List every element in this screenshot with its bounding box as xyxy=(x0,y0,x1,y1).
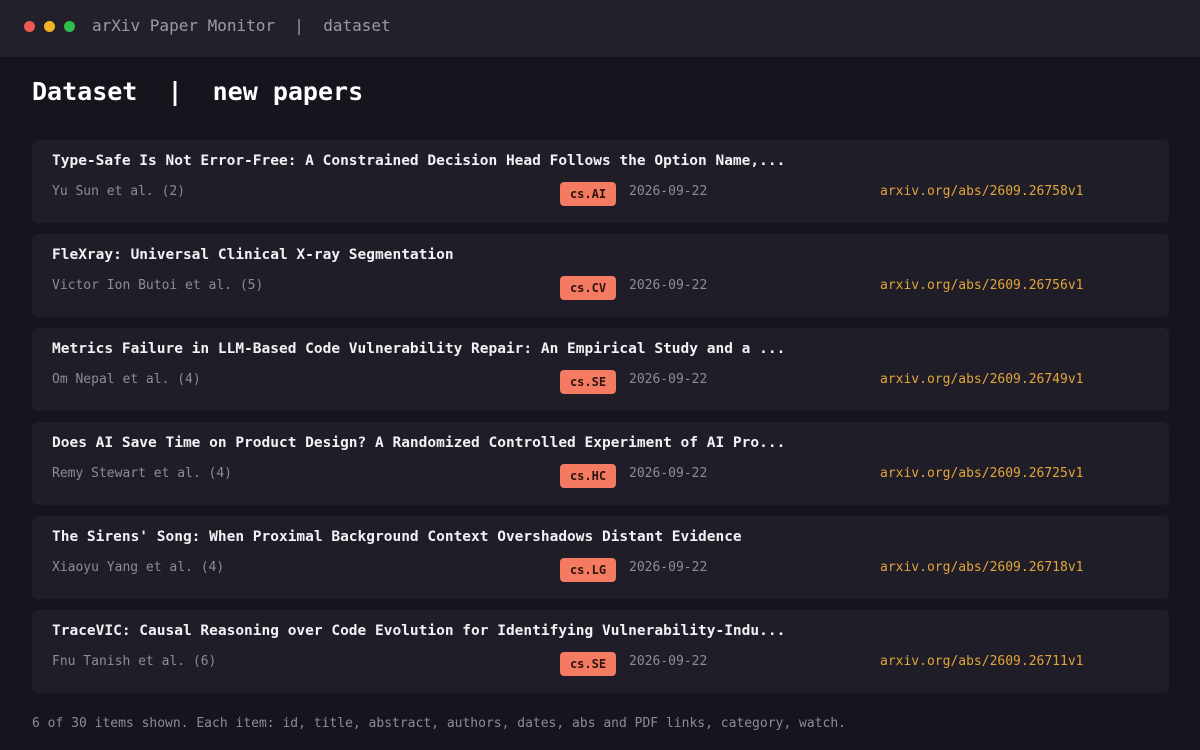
paper-title[interactable]: Metrics Failure in LLM-Based Code Vulner… xyxy=(52,339,785,359)
abs-link[interactable]: arxiv.org/abs/2609.26749v1 xyxy=(880,371,1084,389)
footer-note: 6 of 30 items shown. Each item: id, titl… xyxy=(32,716,846,731)
paper-authors: Fnu Tanish et al. (6) xyxy=(52,654,217,669)
paper-card[interactable]: TraceVIC: Causal Reasoning over Code Evo… xyxy=(32,610,1169,693)
paper-list: Type-Safe Is Not Error-Free: A Constrain… xyxy=(32,140,1169,704)
paper-card[interactable]: FleXray: Universal Clinical X-ray Segmen… xyxy=(32,234,1169,317)
paper-title[interactable]: Type-Safe Is Not Error-Free: A Constrain… xyxy=(52,151,785,171)
maximize-window-button[interactable] xyxy=(64,21,75,32)
paper-title[interactable]: FleXray: Universal Clinical X-ray Segmen… xyxy=(52,245,454,265)
paper-title[interactable]: The Sirens' Song: When Proximal Backgrou… xyxy=(52,527,742,547)
paper-date: 2026-09-22 xyxy=(629,184,708,199)
paper-card[interactable]: The Sirens' Song: When Proximal Backgrou… xyxy=(32,516,1169,599)
paper-date: 2026-09-22 xyxy=(629,654,708,669)
paper-date: 2026-09-22 xyxy=(629,560,708,575)
paper-title[interactable]: Does AI Save Time on Product Design? A R… xyxy=(52,433,785,453)
category-badge: cs.SE xyxy=(560,370,616,394)
close-window-button[interactable] xyxy=(24,21,35,32)
paper-authors: Xiaoyu Yang et al. (4) xyxy=(52,560,225,575)
paper-authors: Om Nepal et al. (4) xyxy=(52,372,201,387)
paper-authors: Victor Ion Butoi et al. (5) xyxy=(52,278,264,293)
title-bar: arXiv Paper Monitor | dataset xyxy=(0,0,1200,57)
paper-date: 2026-09-22 xyxy=(629,372,708,387)
paper-card[interactable]: Type-Safe Is Not Error-Free: A Constrain… xyxy=(32,140,1169,223)
abs-link[interactable]: arxiv.org/abs/2609.26711v1 xyxy=(880,653,1084,671)
paper-card[interactable]: Metrics Failure in LLM-Based Code Vulner… xyxy=(32,328,1169,411)
category-badge: cs.LG xyxy=(560,558,616,582)
paper-authors: Remy Stewart et al. (4) xyxy=(52,466,233,481)
window-title: arXiv Paper Monitor | dataset xyxy=(92,16,391,35)
paper-title[interactable]: TraceVIC: Causal Reasoning over Code Evo… xyxy=(52,621,785,641)
abs-link[interactable]: arxiv.org/abs/2609.26756v1 xyxy=(880,277,1084,295)
paper-date: 2026-09-22 xyxy=(629,466,708,481)
abs-link[interactable]: arxiv.org/abs/2609.26758v1 xyxy=(880,183,1084,201)
category-badge: cs.SE xyxy=(560,652,616,676)
paper-card[interactable]: Does AI Save Time on Product Design? A R… xyxy=(32,422,1169,505)
abs-link[interactable]: arxiv.org/abs/2609.26718v1 xyxy=(880,559,1084,577)
category-badge: cs.HC xyxy=(560,464,616,488)
category-badge: cs.AI xyxy=(560,182,616,206)
abs-link[interactable]: arxiv.org/abs/2609.26725v1 xyxy=(880,465,1084,483)
minimize-window-button[interactable] xyxy=(44,21,55,32)
paper-authors: Yu Sun et al. (2) xyxy=(52,184,186,199)
category-badge: cs.CV xyxy=(560,276,616,300)
paper-date: 2026-09-22 xyxy=(629,278,708,293)
page-title: Dataset | new papers xyxy=(32,77,364,106)
